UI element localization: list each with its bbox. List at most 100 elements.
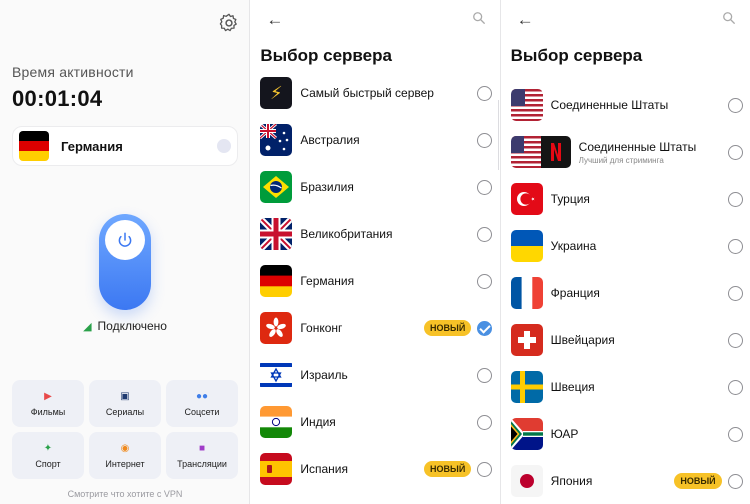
radio-button[interactable] xyxy=(727,191,743,207)
radio-button[interactable] xyxy=(477,179,493,195)
japan-flag-icon xyxy=(510,465,543,497)
server-name: Япония xyxy=(550,474,593,488)
israel-flag-icon xyxy=(260,359,293,391)
server-row-israel[interactable]: Израиль xyxy=(260,355,493,395)
server-row-fastest[interactable]: ⚡ Самый быстрый сервер xyxy=(260,73,493,113)
server-row-spain[interactable]: Испания НОВЫЙ xyxy=(260,449,493,489)
search-icon[interactable] xyxy=(722,11,736,25)
server-name: Гонконг xyxy=(300,321,343,335)
hongkong-flag-icon xyxy=(260,312,293,344)
category-label: Спорт xyxy=(35,458,61,469)
sweden-flag-icon xyxy=(510,371,543,403)
new-badge: НОВЫЙ xyxy=(424,320,472,336)
radio-button[interactable] xyxy=(477,367,493,383)
people-icon: ●● xyxy=(195,390,209,402)
back-arrow-icon[interactable]: ← xyxy=(517,10,534,30)
server-list-screen-2: ← Выбор сервера Соединенные Штаты Соедин… xyxy=(500,0,750,504)
globe-icon: ◉ xyxy=(120,442,130,454)
south-africa-flag-icon xyxy=(510,418,543,450)
brazil-flag-icon xyxy=(260,171,293,203)
server-row-ukraine[interactable]: Украина xyxy=(510,226,743,266)
active-time-label: Время активности xyxy=(12,64,134,80)
radio-button[interactable] xyxy=(727,97,743,113)
radio-button[interactable] xyxy=(477,85,493,101)
page-title: Выбор сервера xyxy=(510,46,643,65)
category-label: Соцсети xyxy=(184,406,220,417)
spain-flag-icon xyxy=(260,453,293,485)
radio-button[interactable] xyxy=(477,132,493,148)
server-name: Австралия xyxy=(300,133,360,147)
server-name: Швейцария xyxy=(550,333,615,347)
radio-button[interactable] xyxy=(727,473,743,489)
usa-netflix-flag-icon xyxy=(510,136,571,168)
search-icon[interactable] xyxy=(472,11,486,25)
server-row-usa[interactable]: Соединенные Штаты xyxy=(510,85,743,125)
category-label: Интернет xyxy=(105,458,145,469)
server-name-with-sub: Соединенные Штаты Лучший для стриминга xyxy=(579,140,728,165)
vpn-toggle[interactable] xyxy=(99,214,151,310)
gear-icon[interactable] xyxy=(218,12,240,34)
server-row-france[interactable]: Франция xyxy=(510,273,743,313)
server-row-usa-streaming[interactable]: Соединенные Штаты Лучший для стриминга xyxy=(510,132,743,172)
radio-button[interactable] xyxy=(477,414,493,430)
server-name: Индия xyxy=(300,415,336,429)
server-name: Израиль xyxy=(300,368,348,382)
server-row-uk[interactable]: Великобритания xyxy=(260,214,493,254)
radio-button[interactable] xyxy=(727,332,743,348)
server-name: Турция xyxy=(550,192,590,206)
chevron-right-icon xyxy=(217,139,231,153)
india-flag-icon xyxy=(260,406,293,438)
germany-flag-icon xyxy=(19,131,49,161)
server-name: ЮАР xyxy=(550,427,579,441)
radio-button[interactable] xyxy=(727,379,743,395)
server-row-sweden[interactable]: Швеция xyxy=(510,367,743,407)
radio-button[interactable] xyxy=(727,238,743,254)
radio-button[interactable] xyxy=(727,426,743,442)
australia-flag-icon xyxy=(260,124,293,156)
server-row-switzerland[interactable]: Швейцария xyxy=(510,320,743,360)
new-badge: НОВЫЙ xyxy=(674,473,722,489)
server-row-japan[interactable]: Япония НОВЫЙ xyxy=(510,461,743,501)
server-name: Самый быстрый сервер xyxy=(300,86,434,100)
broadcast-icon: ■ xyxy=(198,442,206,454)
radio-button-checked[interactable] xyxy=(477,320,493,336)
radio-button[interactable] xyxy=(727,144,743,160)
back-arrow-icon[interactable]: ← xyxy=(266,10,283,30)
radio-button[interactable] xyxy=(477,461,493,477)
running-icon: ✦ xyxy=(43,442,53,454)
server-row-germany[interactable]: Германия xyxy=(260,261,493,301)
selected-country-card[interactable]: Германия xyxy=(12,126,238,166)
server-name: Германия xyxy=(300,274,355,288)
scrollbar[interactable] xyxy=(496,100,500,170)
radio-button[interactable] xyxy=(477,273,493,289)
new-badge: НОВЫЙ xyxy=(424,461,472,477)
server-name: Великобритания xyxy=(300,227,393,241)
category-tile-social[interactable]: ●● Соцсети xyxy=(166,380,238,427)
connection-status-text: Подключено xyxy=(97,319,167,333)
category-tile-internet[interactable]: ◉ Интернет xyxy=(89,432,161,479)
category-tile-series[interactable]: ▣ Сериалы xyxy=(89,380,161,427)
category-tile-movies[interactable]: ▶ Фильмы xyxy=(12,380,84,427)
lightning-icon: ⚡ xyxy=(260,77,293,109)
footer-text: Смотрите что хотите с VPN xyxy=(67,489,183,499)
tv-icon: ▣ xyxy=(120,390,130,402)
category-tile-sport[interactable]: ✦ Спорт xyxy=(12,432,84,479)
germany-flag-icon xyxy=(260,265,293,297)
server-name: Соединенные Штаты xyxy=(578,139,697,154)
radio-button[interactable] xyxy=(727,285,743,301)
category-tile-broadcasts[interactable]: ■ Трансляции xyxy=(166,432,238,479)
category-grid: ▶ Фильмы ▣ Сериалы ●● Соцсети ✦ Спорт ◉ … xyxy=(12,380,238,479)
server-name: Швеция xyxy=(550,380,595,394)
category-label: Трансляции xyxy=(177,458,227,469)
server-row-india[interactable]: Индия xyxy=(260,402,493,442)
server-name: Бразилия xyxy=(300,180,354,194)
server-row-australia[interactable]: Австралия xyxy=(260,120,493,160)
server-row-turkey[interactable]: Турция xyxy=(510,179,743,219)
server-list-screen-1: ← Выбор сервера ⚡ Самый быстрый сервер А… xyxy=(250,0,500,504)
power-icon xyxy=(105,220,145,260)
page-title: Выбор сервера xyxy=(260,46,392,65)
server-row-south-africa[interactable]: ЮАР xyxy=(510,414,743,454)
radio-button[interactable] xyxy=(477,226,493,242)
server-row-brazil[interactable]: Бразилия xyxy=(260,167,493,207)
server-row-hongkong[interactable]: Гонконг НОВЫЙ xyxy=(260,308,493,348)
